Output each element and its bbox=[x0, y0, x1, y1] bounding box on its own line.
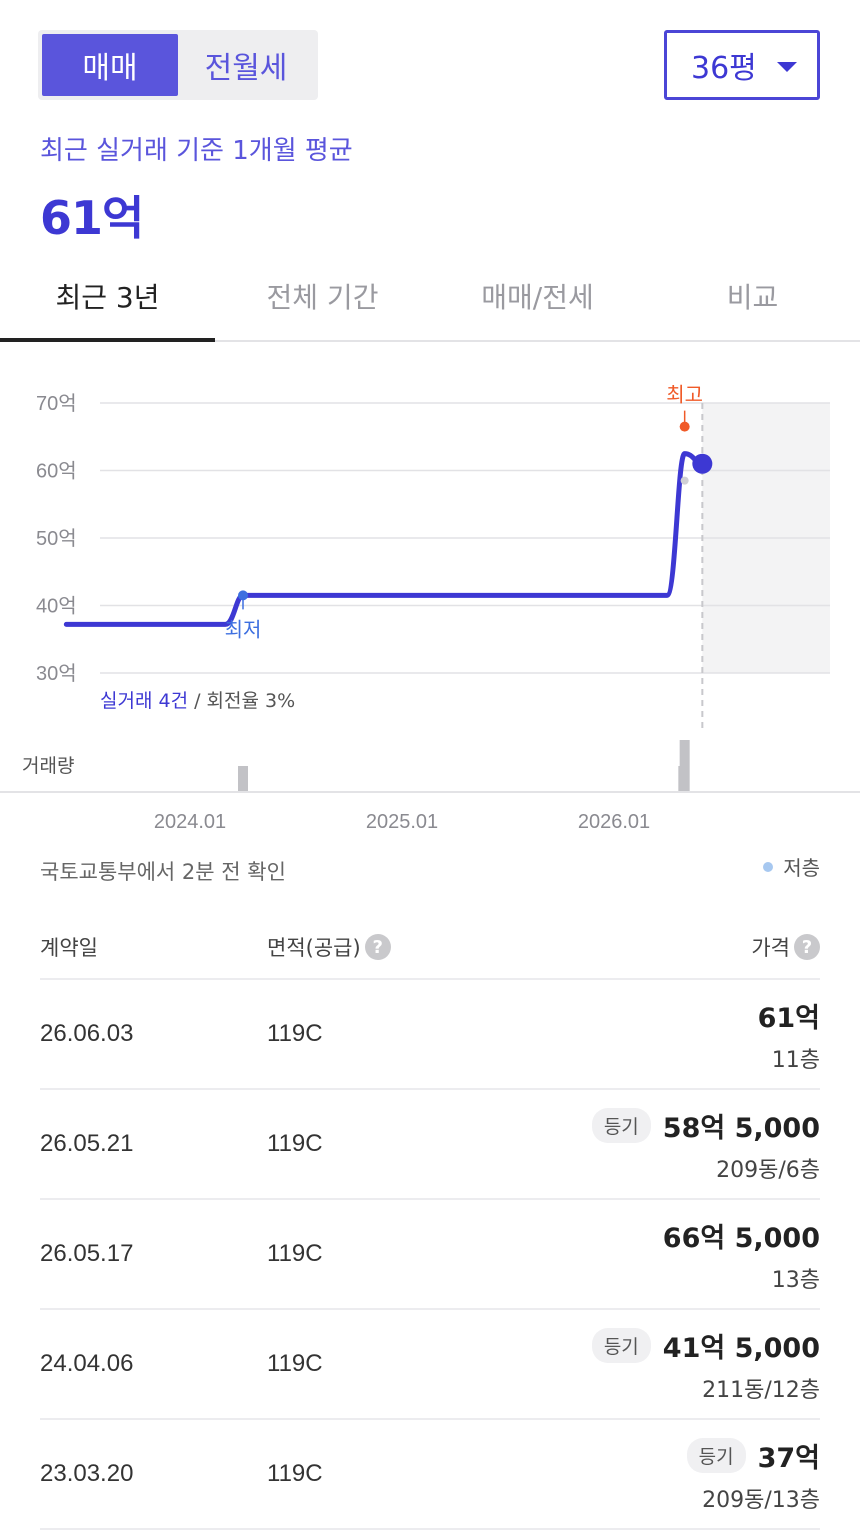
data-source-note: 국토교통부에서 2분 전 확인 bbox=[40, 860, 286, 884]
header-area-label: 면적(공급) bbox=[267, 936, 361, 960]
volume-bar bbox=[238, 766, 248, 792]
volume-bar bbox=[678, 766, 689, 792]
legend-low-floor-label: 저층 bbox=[783, 856, 820, 880]
size-dropdown-value: 36평 bbox=[691, 51, 757, 86]
row-price-group: 등기 37억 bbox=[686, 1436, 820, 1475]
period-tabs: 최근 3년 전체 기간 매매/전세 비교 bbox=[0, 262, 860, 342]
registered-badge: 등기 bbox=[591, 1108, 651, 1143]
row-price: 41억 5,000 bbox=[662, 1333, 820, 1364]
row-price-group: 등기 58억 5,000 bbox=[591, 1106, 820, 1145]
tab-compare[interactable]: 비교 bbox=[645, 262, 860, 340]
row-area: 119C bbox=[267, 1350, 323, 1377]
table-row[interactable]: 24.04.06 119C 등기 41억 5,000 211동/12층 bbox=[40, 1310, 820, 1420]
tab-sale-jeonse[interactable]: 매매/전세 bbox=[430, 262, 645, 340]
rent-tab-button[interactable]: 전월세 bbox=[178, 34, 314, 96]
row-area: 119C bbox=[267, 1130, 323, 1157]
row-floor: 209동/6층 bbox=[716, 1158, 820, 1183]
header-date: 계약일 bbox=[40, 936, 98, 960]
trade-count: 실거래 4건 bbox=[100, 690, 189, 712]
price-chart-svg: 70억 60억 50억 40억 30억 최저 최고거래량 2024.01 2025.01 2026… bbox=[0, 383, 860, 833]
table-header: 계약일 면적(공급) ? 가격 ? bbox=[40, 930, 820, 980]
size-dropdown[interactable]: 36평 bbox=[664, 30, 820, 100]
average-price-label: 최근 실거래 기준 1개월 평균 bbox=[40, 136, 353, 166]
registered-badge: 등기 bbox=[686, 1438, 746, 1473]
row-date: 26.05.17 bbox=[40, 1240, 134, 1267]
chevron-down-icon bbox=[777, 62, 797, 72]
high-point-label: 최고 bbox=[666, 383, 703, 407]
row-area: 119C bbox=[267, 1460, 323, 1487]
price-line bbox=[63, 451, 705, 627]
row-price: 37억 bbox=[757, 1443, 820, 1474]
table-row[interactable]: 23.03.20 119C 등기 37억 209동/13층 bbox=[40, 1420, 820, 1530]
row-floor: 209동/13층 bbox=[702, 1488, 820, 1513]
current-price-marker bbox=[692, 453, 713, 474]
chart-legend: 저층 bbox=[763, 852, 820, 881]
x-tick-label: 2026.01 bbox=[578, 811, 650, 833]
price-chart[interactable]: 70억 60억 50억 40억 30억 최저 최고거래량 2024.01 2025.01 2026… bbox=[0, 370, 860, 850]
row-date: 26.05.21 bbox=[40, 1130, 134, 1157]
row-date: 24.04.06 bbox=[40, 1350, 134, 1377]
row-price: 66억 5,000 bbox=[662, 1223, 820, 1254]
row-price-group: 66억 5,000 bbox=[663, 1216, 820, 1255]
low-floor-trade-dot bbox=[680, 476, 689, 485]
trade-stats: 실거래 4건 / 회전율 3% bbox=[100, 686, 295, 713]
row-floor: 11층 bbox=[771, 1048, 820, 1073]
tab-recent-3-years[interactable]: 최근 3년 bbox=[0, 262, 215, 342]
help-icon[interactable]: ? bbox=[794, 934, 820, 960]
average-price-value: 61억 bbox=[40, 191, 144, 245]
header-price: 가격 ? bbox=[751, 932, 820, 962]
row-date: 26.06.03 bbox=[40, 1020, 134, 1047]
y-tick-label: 70억 bbox=[36, 392, 77, 415]
table-row[interactable]: 26.05.21 119C 등기 58억 5,000 209동/6층 bbox=[40, 1090, 820, 1200]
volume-label: 거래량 bbox=[22, 755, 74, 777]
row-area: 119C bbox=[267, 1240, 323, 1267]
row-price: 58억 5,000 bbox=[662, 1113, 820, 1144]
turnover-rate: / 회전율 3% bbox=[188, 690, 296, 712]
row-floor: 211동/12층 bbox=[702, 1378, 820, 1403]
row-area: 119C bbox=[267, 1020, 323, 1047]
header-price-label: 가격 bbox=[751, 936, 790, 960]
y-tick-label: 30억 bbox=[36, 662, 77, 685]
y-tick-label: 60억 bbox=[36, 460, 77, 483]
row-price-group: 61억 bbox=[758, 996, 820, 1035]
x-tick-label: 2024.01 bbox=[154, 811, 226, 833]
low-point-label: 최저 bbox=[225, 617, 262, 641]
registered-badge: 등기 bbox=[591, 1328, 651, 1363]
tab-all-period[interactable]: 전체 기간 bbox=[215, 262, 430, 340]
help-icon[interactable]: ? bbox=[364, 934, 391, 960]
y-tick-label: 50억 bbox=[36, 527, 77, 550]
row-floor: 13층 bbox=[771, 1268, 820, 1293]
trade-type-toggle: 매매 전월세 bbox=[38, 30, 318, 100]
row-date: 23.03.20 bbox=[40, 1460, 134, 1487]
x-tick-label: 2025.01 bbox=[366, 811, 438, 833]
table-row[interactable]: 26.05.17 119C 66억 5,000 13층 bbox=[40, 1200, 820, 1310]
table-row[interactable]: 26.06.03 119C 61억 11층 bbox=[40, 980, 820, 1090]
row-price-group: 등기 41억 5,000 bbox=[591, 1326, 820, 1365]
y-tick-label: 40억 bbox=[36, 595, 77, 618]
row-price: 61억 bbox=[757, 1003, 820, 1034]
sale-tab-button[interactable]: 매매 bbox=[42, 34, 178, 96]
low-floor-dot-icon bbox=[763, 861, 774, 872]
header-area: 면적(공급) ? bbox=[267, 932, 391, 962]
